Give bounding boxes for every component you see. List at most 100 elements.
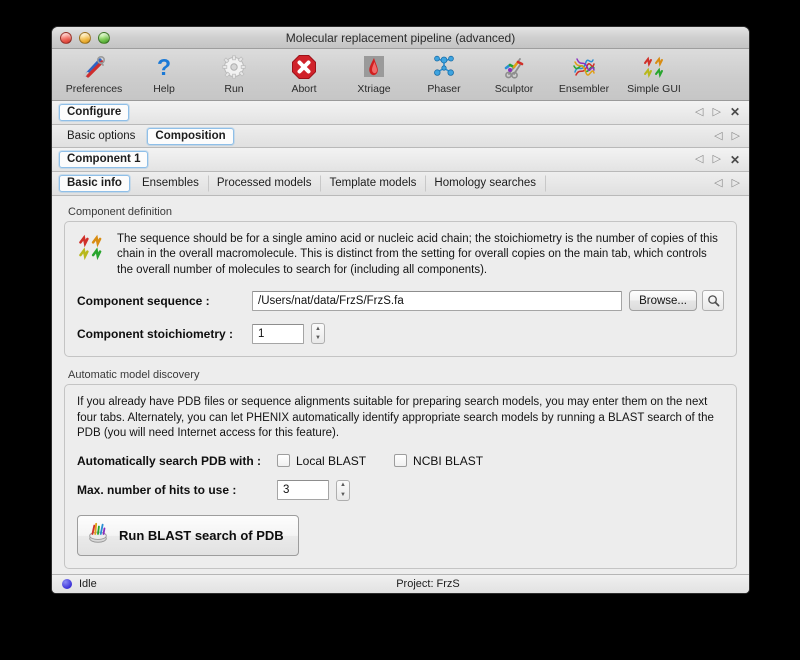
tab-row-basic-info: Basic info Ensembles Processed models Te…	[52, 172, 749, 196]
svg-text:?: ?	[157, 54, 171, 80]
tab-component-1[interactable]: Component 1	[59, 151, 148, 168]
tab-processed-models[interactable]: Processed models	[209, 175, 322, 192]
stepper-down-icon[interactable]: ▼	[315, 336, 321, 341]
max-hits-stepper[interactable]: ▲ ▼	[336, 480, 350, 501]
toolbar-button-simple-gui[interactable]: Simple GUI	[620, 51, 688, 95]
toolbar-button-ensembler[interactable]: Ensembler	[550, 51, 618, 95]
tab-configure[interactable]: Configure	[59, 104, 129, 121]
close-icon[interactable]: ✕	[730, 106, 740, 118]
tab-nav-basic-info: ◁ ▷	[714, 178, 745, 189]
component-definition-title: Component definition	[68, 206, 737, 218]
component-definition-body: The sequence should be for a single amin…	[64, 221, 737, 358]
help-icon: ?	[151, 52, 177, 82]
tab-nav-configure: ◁ ▷ ✕	[695, 106, 745, 118]
main-content: Component definition The se	[52, 196, 749, 574]
component-sequence-label: Component sequence :	[77, 294, 252, 308]
blast-search-icon	[86, 521, 110, 550]
zoom-button[interactable]	[98, 32, 110, 44]
checkbox-box[interactable]	[277, 454, 290, 467]
tab-row-configure: Configure ◁ ▷ ✕	[52, 101, 749, 125]
toolbar-button-abort[interactable]: Abort	[270, 51, 338, 95]
chevron-left-icon[interactable]: ◁	[714, 178, 722, 189]
tab-basic-options[interactable]: Basic options	[59, 128, 143, 145]
sculptor-icon	[501, 52, 527, 82]
toolbar-button-phaser[interactable]: Phaser	[410, 51, 478, 95]
magnifier-icon[interactable]	[702, 290, 724, 311]
automatic-model-discovery-title: Automatic model discovery	[68, 369, 737, 381]
component-sequence-row: Component sequence : Browse...	[77, 290, 724, 311]
checkbox-ncbi-blast[interactable]: NCBI BLAST	[394, 454, 483, 468]
tab-homology-searches[interactable]: Homology searches	[426, 175, 546, 192]
run-icon	[221, 52, 247, 82]
component-stoichiometry-stepper[interactable]: ▲ ▼	[311, 323, 325, 344]
automatic-model-discovery-body: If you already have PDB files or sequenc…	[64, 384, 737, 569]
title-bar: Molecular replacement pipeline (advanced…	[52, 27, 749, 49]
max-hits-row: Max. number of hits to use : ▲ ▼	[77, 480, 724, 501]
run-blast-search-button[interactable]: Run BLAST search of PDB	[77, 515, 299, 556]
chevron-right-icon[interactable]: ▷	[732, 131, 740, 142]
simple-gui-icon	[641, 52, 667, 82]
component-stoichiometry-label: Component stoichiometry :	[77, 327, 252, 341]
chevron-left-icon[interactable]: ◁	[695, 107, 703, 118]
component-sequence-input[interactable]	[252, 291, 622, 311]
preferences-icon	[81, 52, 107, 82]
max-hits-label: Max. number of hits to use :	[77, 483, 277, 497]
project-label: Project: FrzS	[52, 578, 749, 590]
toolbar-label: Simple GUI	[627, 83, 681, 95]
chevron-right-icon[interactable]: ▷	[712, 154, 720, 165]
checkbox-label: Local BLAST	[296, 454, 366, 468]
toolbar: Preferences ? Help	[52, 49, 749, 101]
tab-nav-component: ◁ ▷ ✕	[695, 154, 745, 166]
chevron-right-icon[interactable]: ▷	[712, 107, 720, 118]
toolbar-label: Phaser	[427, 83, 460, 95]
toolbar-button-run[interactable]: Run	[200, 51, 268, 95]
toolbar-button-sculptor[interactable]: Sculptor	[480, 51, 548, 95]
toolbar-label: Abort	[291, 83, 316, 95]
tab-template-models[interactable]: Template models	[321, 175, 426, 192]
toolbar-label: Help	[153, 83, 175, 95]
component-definition-group: Component definition The se	[64, 206, 737, 358]
chevron-left-icon[interactable]: ◁	[714, 131, 722, 142]
status-text: Idle	[79, 578, 97, 590]
tab-row-options: Basic options Composition ◁ ▷	[52, 125, 749, 149]
stepper-up-icon[interactable]: ▲	[340, 483, 346, 488]
browse-button[interactable]: Browse...	[629, 290, 697, 311]
component-stoichiometry-row: Component stoichiometry : ▲ ▼	[77, 323, 724, 344]
toolbar-label: Run	[224, 83, 243, 95]
minimize-button[interactable]	[79, 32, 91, 44]
automatic-model-discovery-help-text: If you already have PDB files or sequenc…	[77, 395, 724, 442]
run-blast-search-label: Run BLAST search of PDB	[119, 528, 284, 543]
abort-icon	[291, 52, 317, 82]
chevron-right-icon[interactable]: ▷	[732, 178, 740, 189]
stepper-down-icon[interactable]: ▼	[340, 493, 346, 498]
search-pdb-label: Automatically search PDB with :	[77, 454, 277, 468]
application-window: Molecular replacement pipeline (advanced…	[52, 27, 749, 593]
checkbox-box[interactable]	[394, 454, 407, 467]
toolbar-label: Preferences	[66, 83, 123, 95]
status-bar: Idle Project: FrzS	[52, 574, 749, 593]
component-definition-help-text: The sequence should be for a single amin…	[117, 232, 724, 279]
component-stoichiometry-input[interactable]	[252, 324, 304, 344]
xtriage-icon	[361, 52, 387, 82]
close-icon[interactable]: ✕	[730, 154, 740, 166]
max-hits-input[interactable]	[277, 480, 329, 500]
toolbar-button-xtriage[interactable]: Xtriage	[340, 51, 408, 95]
stepper-up-icon[interactable]: ▲	[315, 327, 321, 332]
chevron-left-icon[interactable]: ◁	[695, 154, 703, 165]
phaser-icon	[431, 52, 457, 82]
tab-nav-options: ◁ ▷	[714, 131, 745, 142]
tab-row-component: Component 1 ◁ ▷ ✕	[52, 148, 749, 172]
tab-composition[interactable]: Composition	[147, 128, 233, 145]
toolbar-label: Xtriage	[357, 83, 390, 95]
toolbar-button-help[interactable]: ? Help	[130, 51, 198, 95]
toolbar-button-preferences[interactable]: Preferences	[60, 51, 128, 95]
checkbox-label: NCBI BLAST	[413, 454, 483, 468]
component-definition-help: The sequence should be for a single amin…	[77, 232, 724, 279]
close-button[interactable]	[60, 32, 72, 44]
tab-basic-info[interactable]: Basic info	[59, 175, 130, 192]
toolbar-label: Ensembler	[559, 83, 609, 95]
tab-ensembles[interactable]: Ensembles	[134, 175, 209, 192]
window-title: Molecular replacement pipeline (advanced…	[52, 31, 749, 45]
checkbox-local-blast[interactable]: Local BLAST	[277, 454, 366, 468]
toolbar-label: Sculptor	[495, 83, 534, 95]
